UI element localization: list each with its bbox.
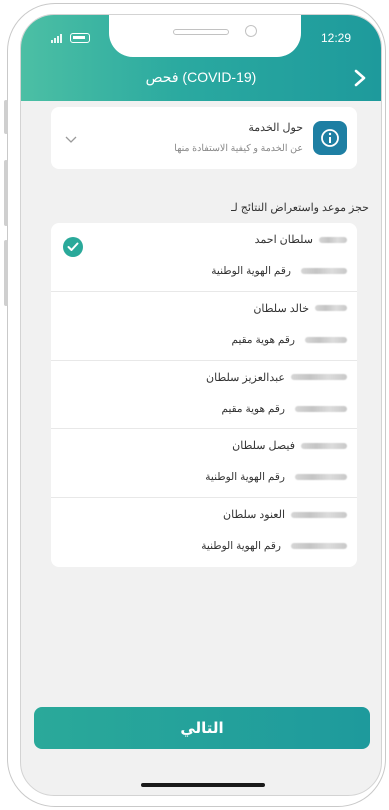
- info-icon: [313, 121, 347, 155]
- next-button[interactable]: التالي: [34, 707, 370, 749]
- back-button[interactable]: [349, 67, 371, 89]
- chevron-down-icon: [65, 129, 77, 148]
- about-subtitle: عن الخدمة و كيفية الاستفادة منها: [174, 143, 303, 154]
- people-list: سلطان احمد رقم الهوية الوطنية خالد سلطان…: [51, 223, 357, 567]
- home-indicator: [141, 783, 265, 787]
- about-title: حول الخدمة: [248, 122, 303, 134]
- redacted-id: [305, 336, 347, 343]
- person-name-text: خالد سلطان: [253, 302, 309, 315]
- redacted-text: [319, 236, 347, 243]
- list-item[interactable]: خالد سلطان رقم هوية مقيم: [51, 292, 357, 361]
- phone-screen: 12:29 فحص (COVID-19) حول الخدمة عن الخدم…: [20, 14, 382, 796]
- id-label: رقم هوية مقيم: [221, 402, 285, 415]
- id-label: رقم الهوية الوطنية: [211, 265, 291, 277]
- section-label: حجز موعد واستعراض النتائج لـ: [231, 202, 369, 214]
- person-name: عبدالعزيز سلطان: [206, 371, 347, 384]
- speaker-icon: [173, 29, 229, 35]
- list-item[interactable]: العنود سلطان رقم الهوية الوطنية: [51, 498, 357, 567]
- list-item[interactable]: عبدالعزيز سلطان رقم هوية مقيم: [51, 361, 357, 430]
- battery-icon: [70, 33, 90, 43]
- status-indicators: [51, 33, 90, 43]
- check-circle-icon: [63, 237, 83, 257]
- chevron-right-icon: [354, 69, 366, 87]
- side-button: [4, 100, 8, 134]
- redacted-text: [301, 442, 347, 449]
- status-time: 12:29: [320, 31, 351, 45]
- person-name: خالد سلطان: [253, 302, 347, 315]
- list-item[interactable]: سلطان احمد رقم الهوية الوطنية: [51, 223, 357, 292]
- signal-icon: [51, 33, 62, 43]
- camera-icon: [245, 25, 257, 37]
- person-id: رقم الهوية الوطنية: [201, 540, 347, 552]
- id-label: رقم هوية مقيم: [231, 333, 295, 346]
- person-name-text: سلطان احمد: [254, 234, 313, 246]
- person-name-text: العنود سلطان: [223, 509, 285, 522]
- redacted-id: [295, 405, 347, 412]
- person-id: رقم الهوية الوطنية: [205, 471, 347, 483]
- phone-notch: [109, 15, 301, 57]
- page-title: فحص (COVID-19): [145, 69, 257, 85]
- person-id: رقم هوية مقيم: [221, 403, 347, 415]
- person-name: العنود سلطان: [223, 508, 347, 521]
- id-label: رقم الهوية الوطنية: [205, 471, 285, 484]
- side-button: [4, 160, 8, 226]
- person-name: فيصل سلطان: [232, 439, 347, 452]
- person-name: سلطان احمد: [255, 233, 347, 246]
- about-service-card[interactable]: حول الخدمة عن الخدمة و كيفية الاستفادة م…: [51, 107, 357, 169]
- redacted-id: [295, 474, 347, 481]
- app-header: 12:29 فحص (COVID-19): [21, 15, 381, 101]
- redacted-text: [315, 305, 347, 312]
- side-button: [4, 240, 8, 306]
- redacted-text: [291, 374, 347, 381]
- redacted-text: [291, 511, 347, 518]
- redacted-id: [291, 543, 347, 550]
- id-label: رقم الهوية الوطنية: [201, 540, 281, 553]
- redacted-id: [301, 268, 347, 274]
- list-item[interactable]: فيصل سلطان رقم الهوية الوطنية: [51, 429, 357, 499]
- person-name-text: فيصل سلطان: [232, 440, 295, 453]
- person-id: رقم الهوية الوطنية: [211, 265, 347, 277]
- person-name-text: عبدالعزيز سلطان: [206, 371, 285, 384]
- person-id: رقم هوية مقيم: [231, 334, 347, 346]
